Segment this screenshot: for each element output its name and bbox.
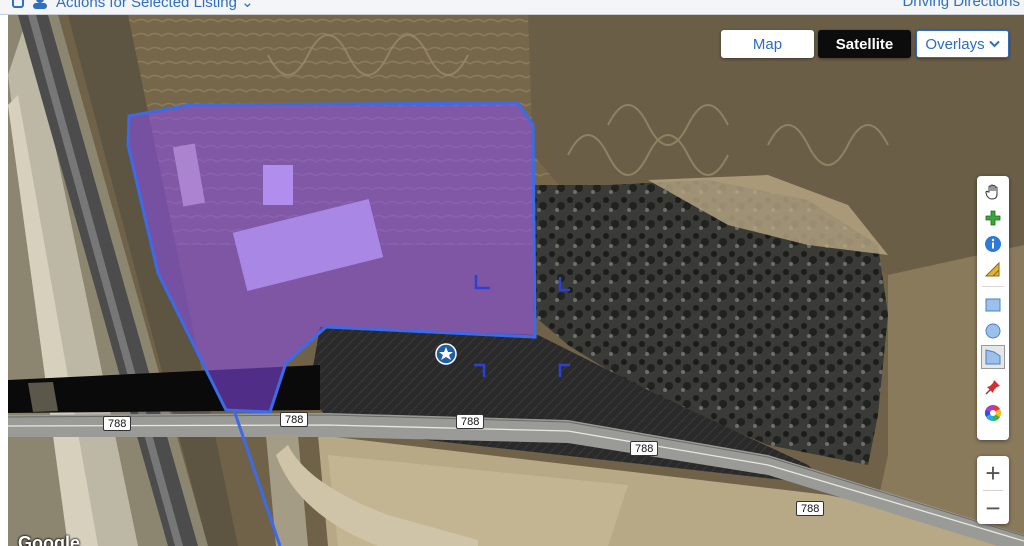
actions-label: Actions for Selected Listing <box>56 0 237 11</box>
person-icon <box>33 0 47 9</box>
listing-star-marker[interactable] <box>435 343 457 365</box>
draw-polygon-icon[interactable] <box>981 345 1005 369</box>
overlays-label: Overlays <box>925 35 985 53</box>
map-type-satellite-button[interactable]: Satellite <box>818 30 911 58</box>
road-shield-788: 788 <box>103 416 132 431</box>
chevron-down-icon <box>988 40 1000 48</box>
info-icon[interactable] <box>981 232 1005 256</box>
road-shield-788: 788 <box>630 441 659 456</box>
measure-ruler-icon[interactable] <box>981 258 1005 282</box>
color-wheel-icon[interactable] <box>981 401 1005 425</box>
draw-rectangle-icon[interactable] <box>981 293 1005 317</box>
chevron-down-icon: ⌄ <box>241 0 254 11</box>
parcel-boundary-line <box>232 409 282 546</box>
zoom-control: + − <box>977 456 1009 524</box>
road-shield-788: 788 <box>456 414 485 429</box>
zoom-in-button[interactable]: + <box>977 456 1009 489</box>
listing-actions: Actions for Selected Listing ⌄ <box>12 0 254 11</box>
toolbar-divider <box>982 286 1004 287</box>
road-shield-788: 788 <box>280 412 309 427</box>
actions-for-selected-listing-link[interactable]: Actions for Selected Listing ⌄ <box>56 0 254 11</box>
draw-circle-icon[interactable] <box>981 319 1005 343</box>
overlays-dropdown[interactable]: Overlays <box>916 30 1009 58</box>
zoom-out-button[interactable]: − <box>977 491 1009 524</box>
drawing-toolbar <box>977 176 1009 440</box>
listing-header-bar: Actions for Selected Listing ⌄ Driving D… <box>0 0 1024 15</box>
google-attribution: Google <box>18 533 80 546</box>
pushpin-icon[interactable] <box>981 375 1005 399</box>
road-shield-788: 788 <box>796 501 825 516</box>
select-checkbox[interactable] <box>12 0 24 8</box>
property-polygon-overlay[interactable] <box>8 15 1024 546</box>
map-type-map-button[interactable]: Map <box>721 30 814 58</box>
parcel-boundary[interactable] <box>126 101 537 414</box>
add-plus-icon[interactable] <box>981 206 1005 230</box>
driving-directions-link[interactable]: Driving Directions <box>902 0 1020 10</box>
satellite-map[interactable]: Map Satellite Overlays + − 788 788 788 7… <box>8 15 1024 546</box>
hand-pan-icon[interactable] <box>981 180 1005 204</box>
